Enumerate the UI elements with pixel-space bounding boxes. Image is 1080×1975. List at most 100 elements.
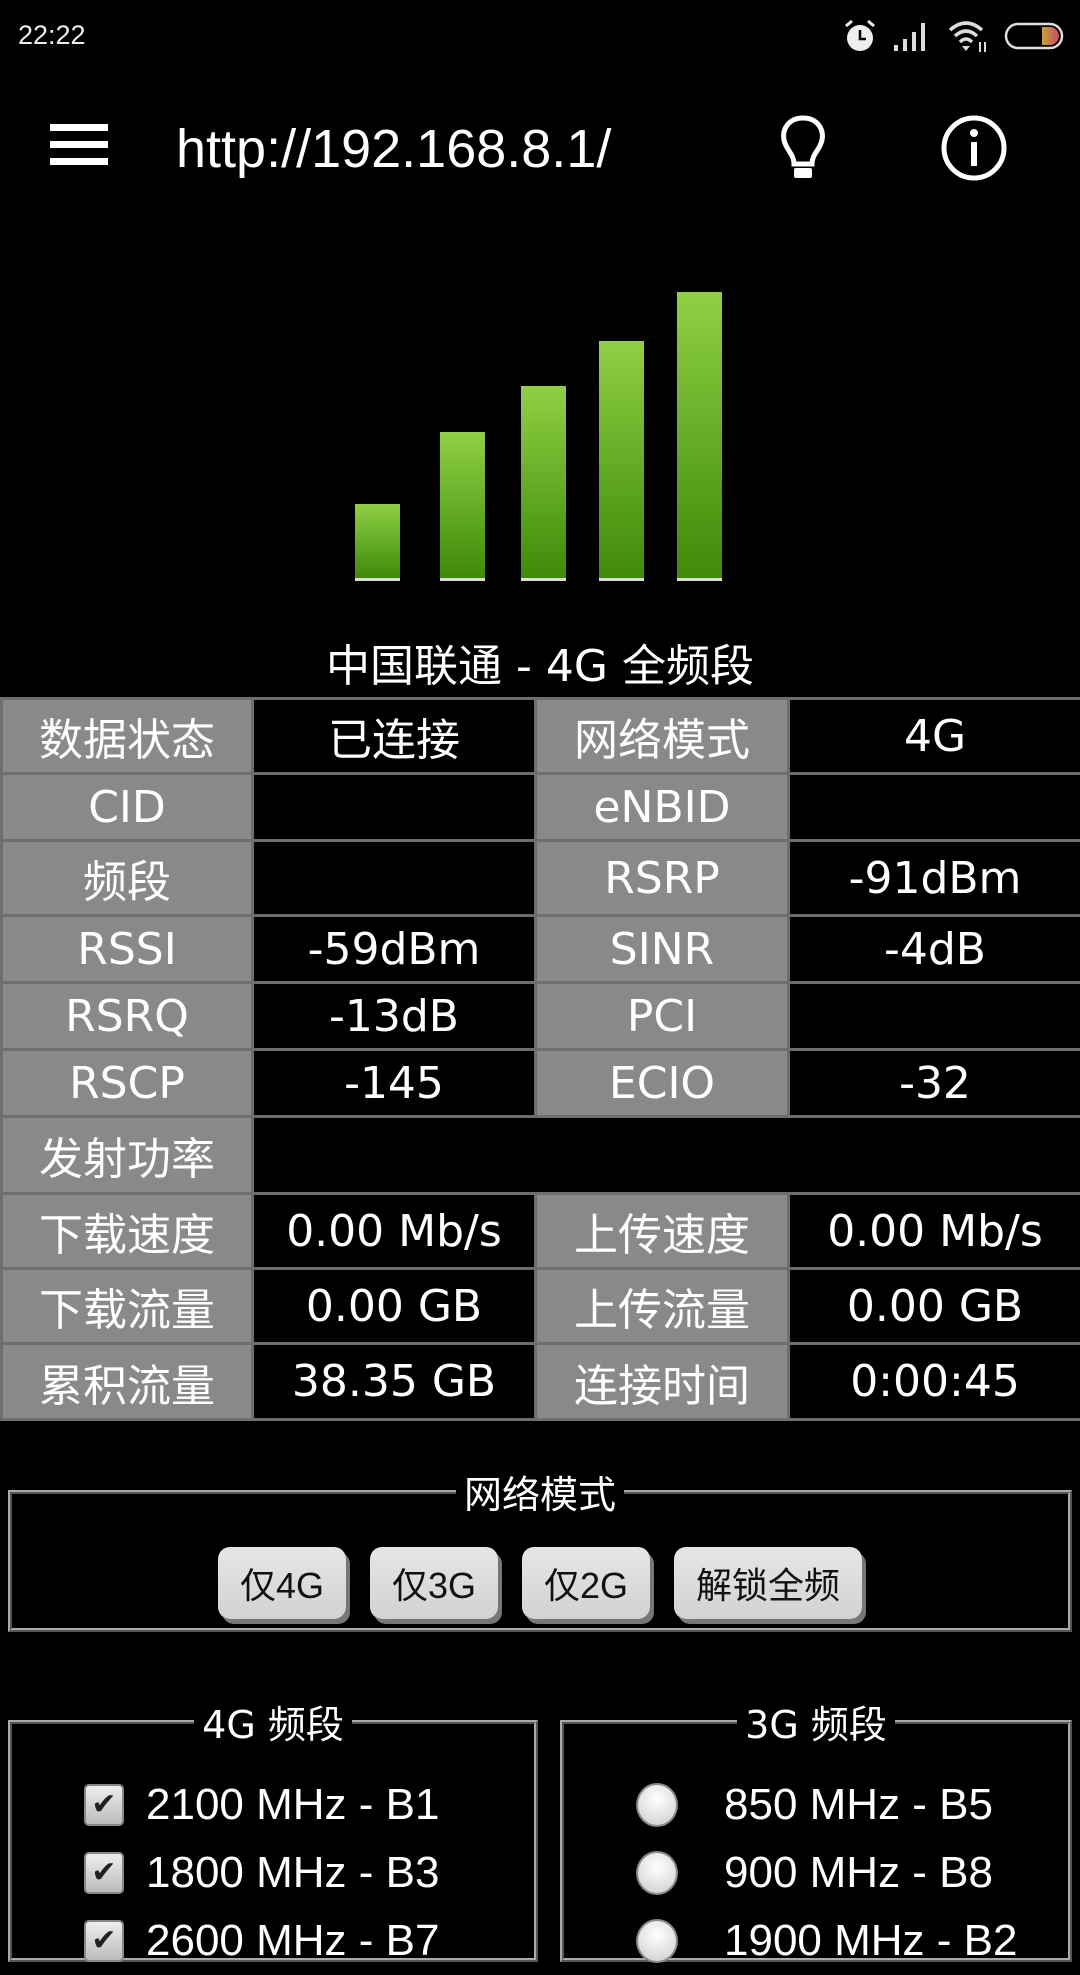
info-row: 数据状态已连接网络模式4G bbox=[2, 699, 1080, 774]
band-4g-item[interactable]: ✔ 2100 MHz - B1 bbox=[12, 1771, 534, 1839]
info-row: 发射功率 bbox=[2, 1117, 1080, 1194]
info-value: 0.00 GB bbox=[253, 1269, 536, 1344]
band-3g-label: 850 MHz - B5 bbox=[724, 1780, 993, 1830]
status-time: 22:22 bbox=[18, 20, 86, 51]
signal-bar-base bbox=[355, 578, 400, 581]
info-value: -59dBm bbox=[253, 916, 536, 983]
info-label: 数据状态 bbox=[2, 699, 253, 774]
band-3g-radio[interactable] bbox=[636, 1783, 678, 1827]
battery-icon bbox=[1004, 21, 1064, 51]
band-3g-item[interactable]: 1900 MHz - B2 bbox=[564, 1907, 1068, 1975]
info-value: -145 bbox=[253, 1050, 536, 1117]
info-label: RSRP bbox=[536, 841, 789, 916]
info-row: 频段 RSRP-91dBm bbox=[2, 841, 1080, 916]
info-value: 0.00 Mb/s bbox=[789, 1194, 1080, 1269]
status-bar: 22:22 bbox=[0, 0, 1080, 72]
info-value: 0.00 Mb/s bbox=[253, 1194, 536, 1269]
info-value bbox=[253, 774, 536, 841]
band-4g-legend: 4G 频段 bbox=[194, 1694, 352, 1749]
signal-bar bbox=[355, 504, 400, 578]
info-row: 下载速度0.00 Mb/s上传速度0.00 Mb/s bbox=[2, 1194, 1080, 1269]
info-label: eNBID bbox=[536, 774, 789, 841]
band-4g-group: 4G 频段 ✔ 2100 MHz - B1 ✔ 1800 MHz - B3 ✔ … bbox=[8, 1694, 538, 1962]
cellular-signal-icon bbox=[892, 19, 932, 53]
band-3g-legend: 3G 频段 bbox=[737, 1694, 895, 1749]
info-value: 38.35 GB bbox=[253, 1344, 536, 1420]
signal-bar bbox=[599, 341, 644, 578]
band-3g-radio[interactable] bbox=[636, 1919, 678, 1963]
info-label: 连接时间 bbox=[536, 1344, 789, 1420]
hamburger-menu-icon[interactable] bbox=[48, 124, 112, 172]
info-label: 上传速度 bbox=[536, 1194, 789, 1269]
band-3g-label: 900 MHz - B8 bbox=[724, 1848, 993, 1898]
signal-bar bbox=[440, 432, 485, 578]
signal-bar-base bbox=[599, 578, 644, 581]
info-row: RSSI-59dBmSINR-4dB bbox=[2, 916, 1080, 983]
info-label: CID bbox=[2, 774, 253, 841]
signal-bar bbox=[677, 292, 722, 578]
band-4g-checkbox[interactable]: ✔ bbox=[84, 1920, 124, 1962]
band-3g-item[interactable]: 850 MHz - B5 bbox=[564, 1771, 1068, 1839]
info-row: 下载流量0.00 GB上传流量0.00 GB bbox=[2, 1269, 1080, 1344]
info-label: ECIO bbox=[536, 1050, 789, 1117]
signal-strength-bars bbox=[0, 280, 1080, 590]
band-3g-radio[interactable] bbox=[636, 1851, 678, 1895]
wifi-icon bbox=[946, 18, 990, 54]
info-label: 网络模式 bbox=[536, 699, 789, 774]
only-2g-button[interactable]: 仅2G bbox=[522, 1547, 650, 1619]
only-4g-button[interactable]: 仅4G bbox=[218, 1547, 346, 1619]
only-3g-button[interactable]: 仅3G bbox=[370, 1547, 498, 1619]
info-label: 下载速度 bbox=[2, 1194, 253, 1269]
info-value: -32 bbox=[789, 1050, 1080, 1117]
info-label: RSCP bbox=[2, 1050, 253, 1117]
info-value: 4G bbox=[789, 699, 1080, 774]
info-label: 上传流量 bbox=[536, 1269, 789, 1344]
signal-bar bbox=[521, 386, 566, 578]
info-label: PCI bbox=[536, 983, 789, 1050]
info-row: 累积流量38.35 GB连接时间0:00:45 bbox=[2, 1344, 1080, 1420]
band-4g-checkbox[interactable]: ✔ bbox=[84, 1852, 124, 1894]
band-4g-checkbox[interactable]: ✔ bbox=[84, 1784, 124, 1826]
info-label: SINR bbox=[536, 916, 789, 983]
band-3g-item[interactable]: 900 MHz - B8 bbox=[564, 1839, 1068, 1907]
network-mode-buttons: 仅4G 仅3G 仅2G 解锁全频 bbox=[12, 1547, 1068, 1619]
info-label: 下载流量 bbox=[2, 1269, 253, 1344]
info-value bbox=[253, 1117, 1080, 1194]
app-bar: http://192.168.8.1/ bbox=[0, 80, 1080, 220]
info-label: RSRQ bbox=[2, 983, 253, 1050]
info-value: -91dBm bbox=[789, 841, 1080, 916]
band-4g-label: 2600 MHz - B7 bbox=[146, 1916, 439, 1966]
band-4g-label: 2100 MHz - B1 bbox=[146, 1780, 439, 1830]
status-icons bbox=[842, 18, 1064, 54]
band-3g-group: 3G 频段 850 MHz - B5 900 MHz - B8 1900 MHz… bbox=[560, 1694, 1072, 1962]
alarm-icon bbox=[842, 18, 878, 54]
info-value: 已连接 bbox=[253, 699, 536, 774]
info-value: -4dB bbox=[789, 916, 1080, 983]
info-row: RSCP-145ECIO-32 bbox=[2, 1050, 1080, 1117]
network-mode-legend: 网络模式 bbox=[456, 1464, 624, 1519]
band-4g-label: 1800 MHz - B3 bbox=[146, 1848, 439, 1898]
info-row: RSRQ-13dBPCI bbox=[2, 983, 1080, 1050]
router-url: http://192.168.8.1/ bbox=[176, 118, 611, 180]
signal-bar-base bbox=[521, 578, 566, 581]
band-4g-item[interactable]: ✔ 1800 MHz - B3 bbox=[12, 1839, 534, 1907]
unlock-all-bands-button[interactable]: 解锁全频 bbox=[674, 1547, 862, 1619]
info-label: 累积流量 bbox=[2, 1344, 253, 1420]
info-value bbox=[253, 841, 536, 916]
info-label: RSSI bbox=[2, 916, 253, 983]
info-table: 数据状态已连接网络模式4GCIDeNBID频段RSRP-91dBmRSSI-59… bbox=[0, 697, 1080, 1421]
info-label: 频段 bbox=[2, 841, 253, 916]
band-3g-label: 1900 MHz - B2 bbox=[724, 1916, 1017, 1966]
info-value bbox=[789, 983, 1080, 1050]
band-4g-item[interactable]: ✔ 2600 MHz - B7 bbox=[12, 1907, 534, 1975]
signal-bar-base bbox=[440, 578, 485, 581]
carrier-network-label: 中国联通 - 4G 全频段 bbox=[0, 630, 1080, 694]
info-value: 0:00:45 bbox=[789, 1344, 1080, 1420]
network-mode-group: 网络模式 仅4G 仅3G 仅2G 解锁全频 bbox=[8, 1464, 1072, 1632]
signal-bar-base bbox=[677, 578, 722, 581]
info-label: 发射功率 bbox=[2, 1117, 253, 1194]
info-icon[interactable] bbox=[938, 112, 1010, 184]
info-row: CID eNBID bbox=[2, 774, 1080, 841]
info-value: 0.00 GB bbox=[789, 1269, 1080, 1344]
lightbulb-icon[interactable] bbox=[770, 114, 836, 186]
